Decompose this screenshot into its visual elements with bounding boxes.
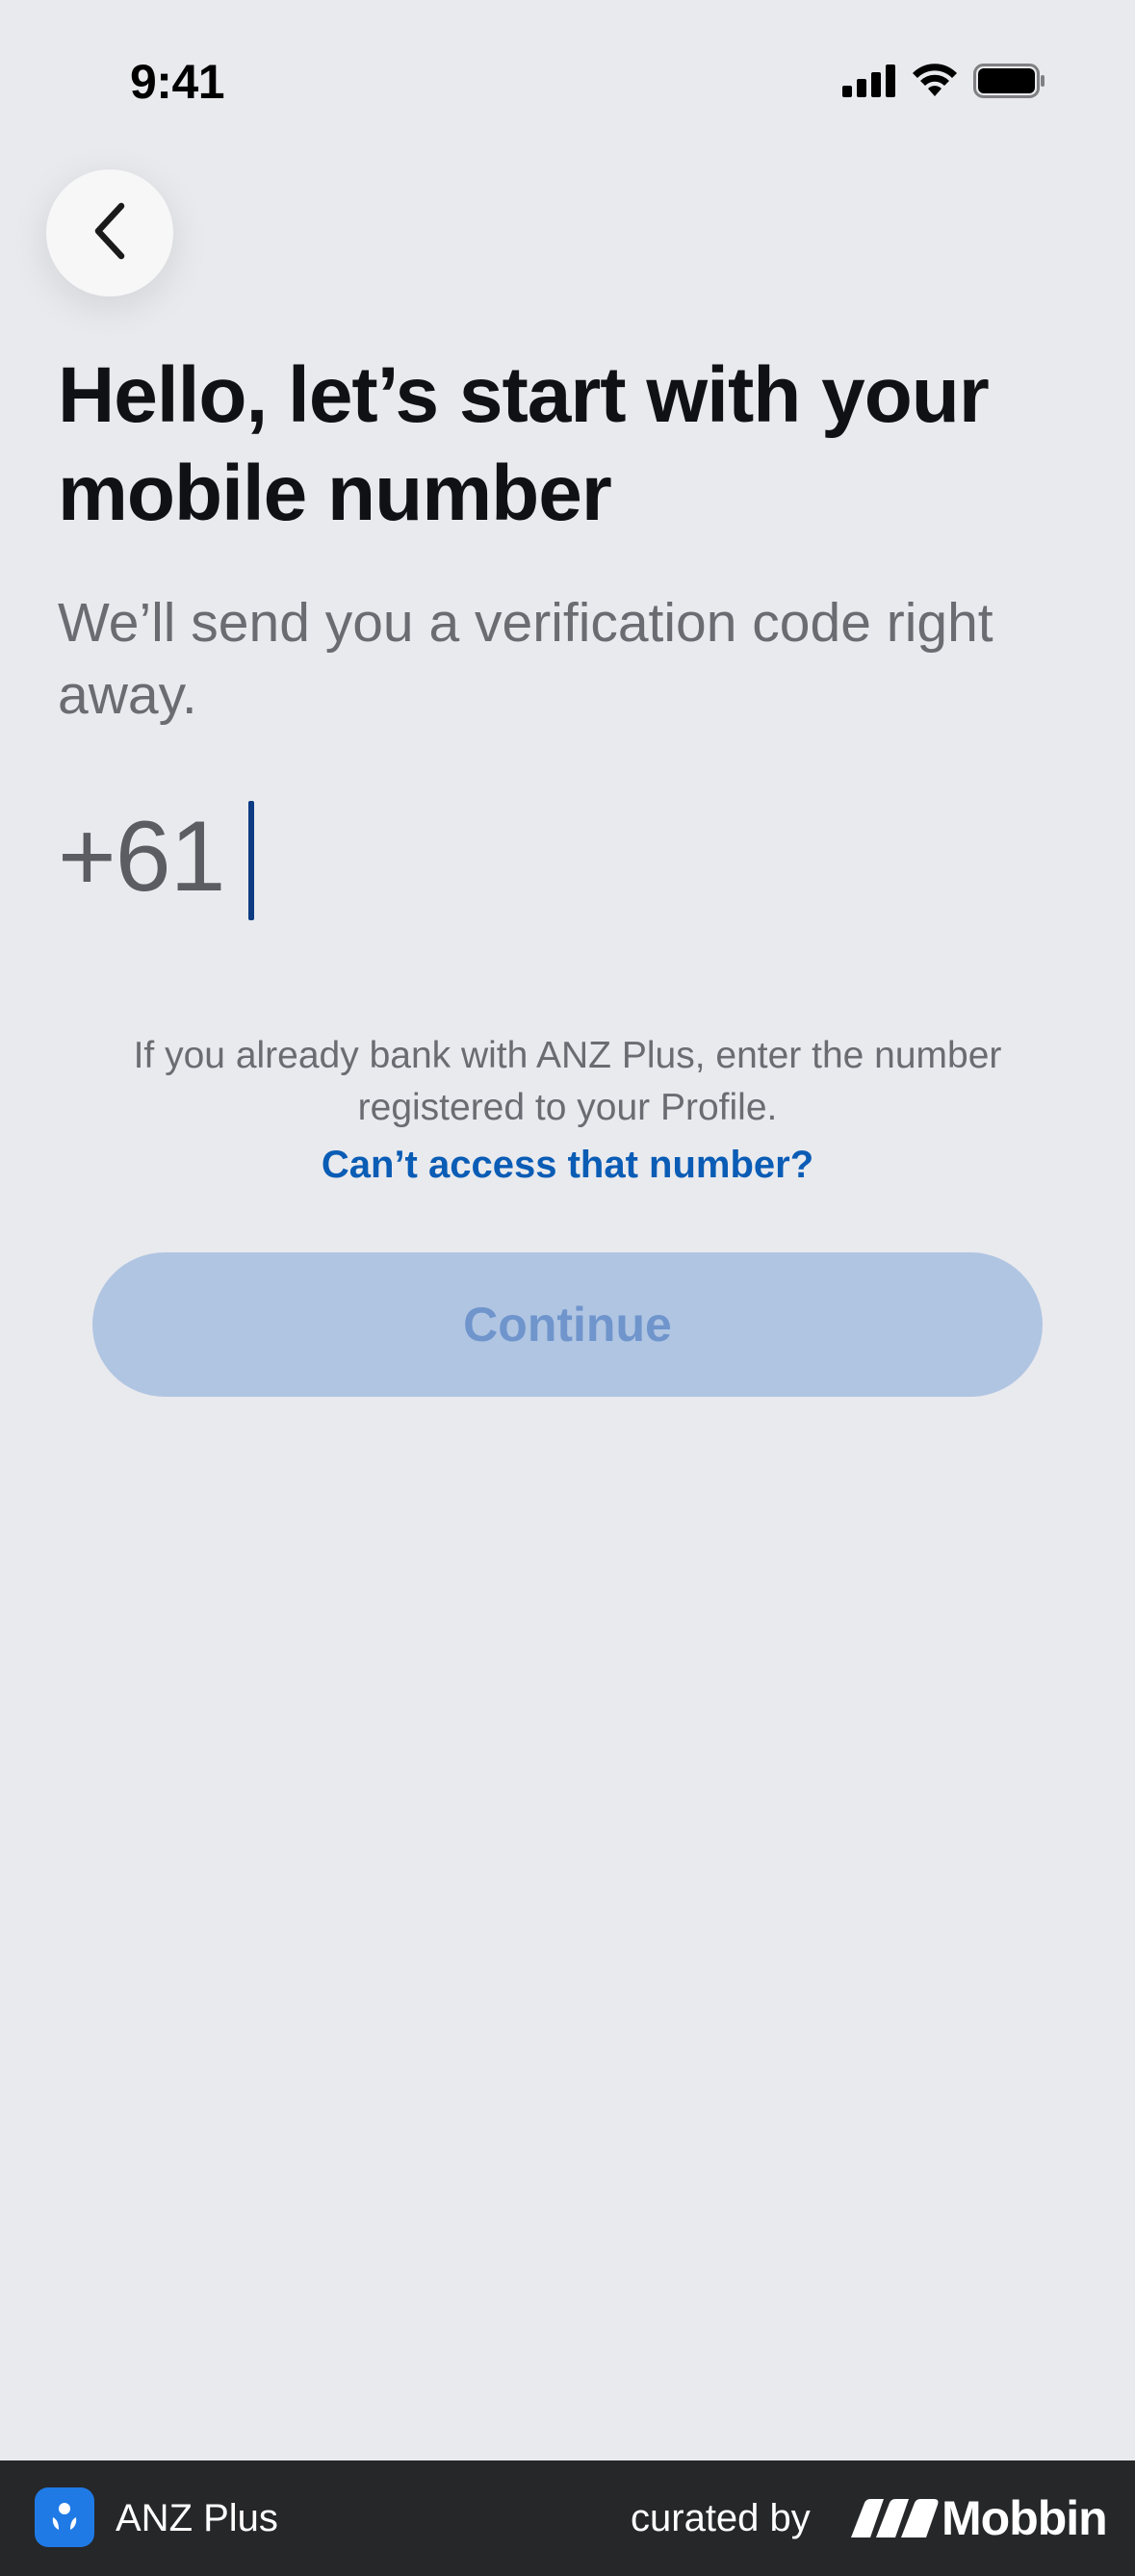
phone-field[interactable]: +61 <box>58 789 924 924</box>
page-subtitle: We’ll send you a verification code right… <box>58 592 993 726</box>
status-time: 9:41 <box>130 55 225 109</box>
phone-number-input[interactable] <box>249 797 924 916</box>
footer-bar: ANZ Plus curated by Mobbin <box>0 2460 1135 2576</box>
signal-icon <box>842 64 896 102</box>
country-code: +61 <box>58 800 225 913</box>
battery-icon <box>973 64 1046 103</box>
mobbin-logo-icon <box>851 2499 940 2537</box>
curated-by-label: curated by <box>631 2496 811 2539</box>
wifi-icon <box>912 64 958 103</box>
anz-plus-logo-icon <box>35 2487 94 2547</box>
chevron-left-icon <box>89 200 131 267</box>
status-icons <box>842 64 1046 103</box>
status-bar: 9:41 <box>0 0 1135 164</box>
continue-button[interactable]: Continue <box>92 1252 1043 1397</box>
hint-text: If you already bank with ANZ Plus, enter… <box>133 1035 1002 1128</box>
page-title: Hello, let’s start with your mobile numb… <box>58 351 990 537</box>
mobbin-brand-name: Mobbin <box>942 2491 1108 2545</box>
cant-access-number-link[interactable]: Can’t access that number? <box>0 1144 1135 1187</box>
text-caret <box>248 801 254 920</box>
app-name: ANZ Plus <box>116 2496 278 2539</box>
back-button[interactable] <box>46 169 173 296</box>
